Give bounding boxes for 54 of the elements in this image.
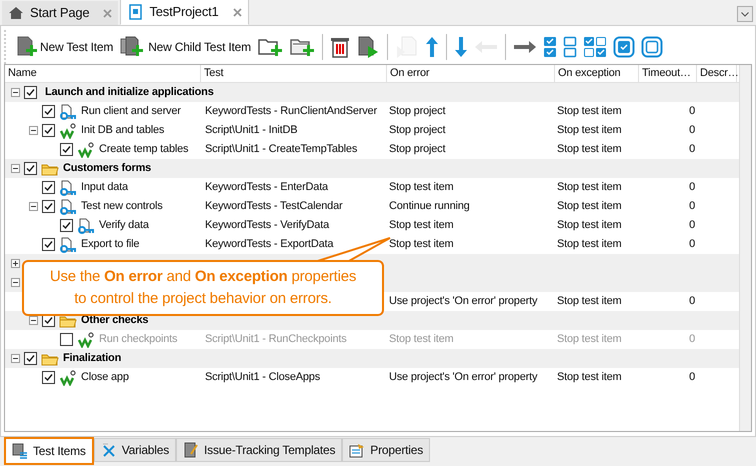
- timeout-cell-text: 0: [689, 104, 695, 120]
- item-name: Create temp tables: [99, 142, 188, 158]
- group-name: Other checks: [81, 313, 148, 328]
- on-exception-cell: Stop test item: [557, 333, 622, 346]
- on-error-cell: Stop test item: [389, 219, 454, 232]
- group-name: Finalization: [63, 351, 122, 366]
- on-error-cell: Stop test item: [389, 333, 454, 346]
- callout-text: Use the On error and On exception properties: [50, 267, 356, 287]
- on-error-cell: Stop project: [389, 143, 446, 156]
- item-name: Close app: [81, 370, 129, 386]
- on-exception-cell: Stop test item: [557, 219, 622, 232]
- item-name: Test new controls: [81, 199, 163, 214]
- test-cell: KeywordTests - EnterData: [205, 181, 328, 194]
- item-name: Export to file: [81, 237, 140, 252]
- timeout-cell-text: 0: [689, 199, 695, 214]
- on-exception-cell: Stop test item: [557, 124, 622, 136]
- on-error-cell: Stop project: [389, 124, 446, 136]
- test-cell: KeywordTests - RunClientAndServer: [205, 105, 377, 118]
- on-error-cell: Continue running: [389, 200, 470, 212]
- on-exception-cell: Stop test item: [557, 238, 622, 250]
- on-error-cell: Stop test item: [389, 238, 454, 250]
- item-name: Run client and server: [81, 104, 181, 120]
- test-cell: Script\Unit1 - CloseApps: [205, 371, 320, 384]
- callout-text: to control the project behavior on errors.: [74, 289, 332, 309]
- timeout-cell-text: 0: [689, 370, 695, 386]
- test-cell: KeywordTests - ExportData: [205, 238, 334, 250]
- on-exception-cell: Stop test item: [557, 371, 622, 384]
- group-name: Customers forms: [63, 161, 152, 176]
- item-name: Verify data: [99, 218, 149, 234]
- group-name: Launch and initialize applications: [45, 85, 214, 100]
- timeout-cell-text: 0: [689, 294, 695, 310]
- on-exception-cell: Stop test item: [557, 181, 622, 194]
- timeout-cell-text: 0: [689, 142, 695, 158]
- on-exception-cell: Stop test item: [557, 200, 622, 212]
- timeout-cell-text: 0: [689, 332, 695, 348]
- item-name: Run checkpoints: [99, 332, 178, 348]
- item-name: Input data: [81, 180, 128, 196]
- test-cell: Script\Unit1 - RunCheckpoints: [205, 333, 347, 346]
- timeout-cell-text: 0: [689, 218, 695, 234]
- timeout-cell-text: 0: [689, 123, 695, 138]
- test-cell: Script\Unit1 - InitDB: [205, 124, 298, 136]
- item-name: Init DB and tables: [81, 123, 164, 138]
- on-error-cell: Stop project: [389, 105, 446, 118]
- on-error-cell: Use project's 'On error' property: [389, 295, 538, 308]
- test-cell: KeywordTests - VerifyData: [205, 219, 329, 232]
- on-error-cell: Stop test item: [389, 181, 454, 194]
- test-cell: Script\Unit1 - CreateTempTables: [205, 143, 358, 156]
- on-exception-cell: Stop test item: [557, 105, 622, 118]
- on-exception-cell: Stop test item: [557, 143, 622, 156]
- test-cell: KeywordTests - TestCalendar: [205, 200, 342, 212]
- timeout-cell-text: 0: [689, 237, 695, 252]
- on-exception-cell: Stop test item: [557, 295, 622, 308]
- timeout-cell-text: 0: [689, 180, 695, 196]
- on-error-cell: Use project's 'On error' property: [389, 371, 538, 384]
